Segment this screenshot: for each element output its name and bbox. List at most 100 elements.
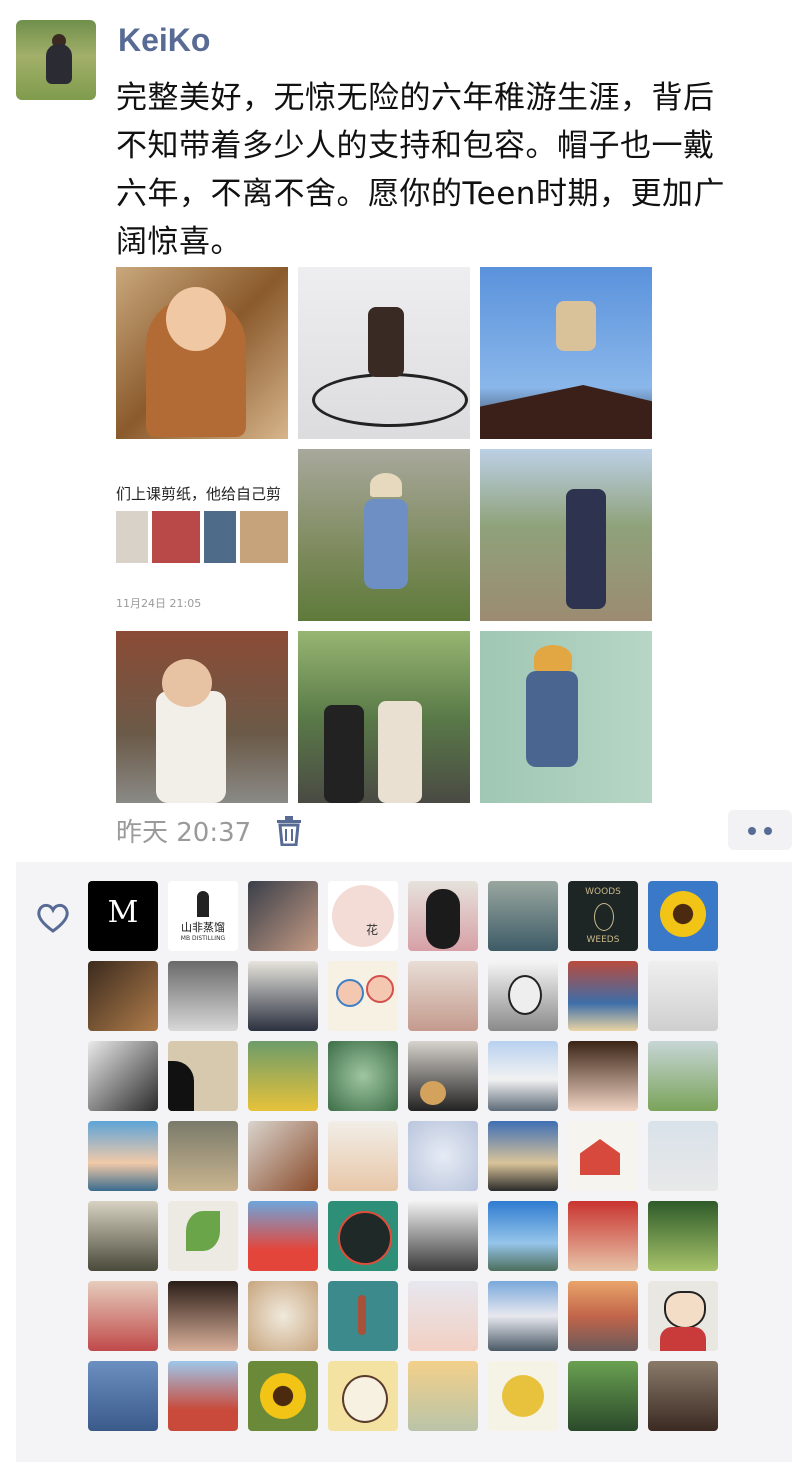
trash-icon[interactable]: [275, 816, 303, 846]
liker-avatar[interactable]: [328, 1201, 398, 1271]
photo-subject: [324, 705, 364, 803]
dot-icon: [748, 827, 756, 835]
liker-avatar[interactable]: [168, 1121, 238, 1191]
liker-avatar[interactable]: [328, 961, 398, 1031]
liker-avatar[interactable]: [248, 1041, 318, 1111]
liker-avatar[interactable]: [648, 1201, 718, 1271]
liker-avatar[interactable]: [168, 1361, 238, 1431]
author-name[interactable]: KeiKo: [118, 22, 210, 59]
photo-subject: [156, 691, 226, 803]
photo-5[interactable]: [298, 449, 470, 621]
liker-avatar[interactable]: [328, 1281, 398, 1351]
liker-avatar[interactable]: [648, 881, 718, 951]
liker-avatar[interactable]: [648, 961, 718, 1031]
liker-avatar[interactable]: [568, 1281, 638, 1351]
liker-avatar[interactable]: 花: [328, 881, 398, 951]
photo-8[interactable]: [298, 631, 470, 803]
liker-avatar[interactable]: [168, 1281, 238, 1351]
liker-avatar[interactable]: [248, 881, 318, 951]
liker-avatar[interactable]: [328, 1121, 398, 1191]
liker-avatar[interactable]: [408, 1121, 478, 1191]
screenshot-thumb: [152, 511, 200, 563]
author-avatar[interactable]: [16, 20, 96, 100]
liker-avatar[interactable]: [88, 1201, 158, 1271]
liker-avatar[interactable]: WOODS WEEDS: [568, 881, 638, 951]
liker-avatar[interactable]: [168, 961, 238, 1031]
liker-avatar[interactable]: [408, 881, 478, 951]
liker-avatar[interactable]: M: [88, 881, 158, 951]
liker-avatar[interactable]: [488, 961, 558, 1031]
more-actions-button[interactable]: [728, 810, 792, 850]
photo-3[interactable]: [480, 267, 652, 439]
liker-avatar[interactable]: [568, 1361, 638, 1431]
photo-9[interactable]: [480, 631, 652, 803]
liker-avatar[interactable]: [328, 1361, 398, 1431]
planet-logo: [338, 1211, 392, 1265]
liker-avatar[interactable]: [328, 1041, 398, 1111]
photo-subject: [368, 307, 404, 377]
liker-avatar[interactable]: [408, 961, 478, 1031]
liker-avatar[interactable]: [408, 1281, 478, 1351]
post-timestamp: 昨天 20:37: [116, 818, 252, 848]
logo-woods-top: WOODS: [585, 887, 621, 897]
liker-avatar[interactable]: [648, 1361, 718, 1431]
logo-woods-bottom: WEEDS: [586, 935, 620, 945]
avatar-hair: [168, 1061, 194, 1111]
liker-avatar[interactable]: [488, 1041, 558, 1111]
photo-1[interactable]: [116, 267, 288, 439]
photo-subject: [556, 301, 596, 351]
logo-shanfei-subtext: MB DISTILLING: [180, 935, 226, 942]
liker-avatar[interactable]: [568, 1041, 638, 1111]
liker-avatar[interactable]: 山非蒸馏 MB DISTILLING: [168, 881, 238, 951]
liker-avatar[interactable]: [248, 1201, 318, 1271]
liker-avatar[interactable]: [88, 961, 158, 1031]
liker-avatar[interactable]: [408, 1041, 478, 1111]
liker-avatar[interactable]: [88, 1041, 158, 1111]
liker-avatar[interactable]: [488, 1201, 558, 1271]
photo-subject: [378, 701, 422, 803]
logo-leaf: [594, 903, 614, 931]
photo-subject-hat: [370, 473, 402, 497]
avatar-figure: [46, 44, 72, 84]
screenshot-date: 11月24日 21:05: [116, 597, 202, 610]
liker-avatar[interactable]: [88, 1121, 158, 1191]
liker-avatar[interactable]: [488, 1361, 558, 1431]
liker-avatar[interactable]: [648, 1041, 718, 1111]
photo-subject-face: [166, 287, 226, 351]
liker-avatar[interactable]: [88, 1361, 158, 1431]
liker-avatar[interactable]: [248, 1361, 318, 1431]
liker-avatar[interactable]: [168, 1201, 238, 1271]
liker-avatar[interactable]: [248, 1121, 318, 1191]
liker-avatar[interactable]: [568, 1121, 638, 1191]
liker-avatar[interactable]: [488, 1121, 558, 1191]
liker-avatar[interactable]: [568, 1201, 638, 1271]
heart-icon: [37, 903, 69, 933]
liker-avatar[interactable]: [248, 961, 318, 1031]
sunflower-icon: [660, 891, 706, 937]
photo-roof: [480, 385, 652, 439]
liker-avatar[interactable]: [488, 881, 558, 951]
screenshot-thumb: [204, 511, 236, 563]
liker-avatar[interactable]: [408, 1201, 478, 1271]
photo-7[interactable]: [116, 631, 288, 803]
avatar-hair: [426, 889, 460, 949]
photo-2[interactable]: [298, 267, 470, 439]
photo-6[interactable]: [480, 449, 652, 621]
photo-subject-face: [162, 659, 212, 707]
liker-avatar[interactable]: [248, 1281, 318, 1351]
liker-avatar[interactable]: [408, 1361, 478, 1431]
liker-avatar[interactable]: [488, 1281, 558, 1351]
liker-avatar[interactable]: [168, 1041, 238, 1111]
sunflower-icon: [260, 1373, 306, 1419]
cartoon-face: [342, 1375, 388, 1423]
liker-avatar[interactable]: [568, 961, 638, 1031]
liker-avatar[interactable]: [88, 1281, 158, 1351]
photo-subject: [526, 671, 578, 767]
logo-shanfei-text: 山非蒸馏: [181, 921, 225, 934]
plant-icon: [186, 1211, 220, 1251]
screenshot-thumb: [116, 511, 148, 563]
logo-m-text: M: [107, 895, 139, 930]
liker-avatar[interactable]: [648, 1281, 718, 1351]
photo-4-screenshot[interactable]: 们上课剪纸，他给自己剪 11月24日 21:05: [116, 449, 288, 621]
liker-avatar[interactable]: [648, 1121, 718, 1191]
